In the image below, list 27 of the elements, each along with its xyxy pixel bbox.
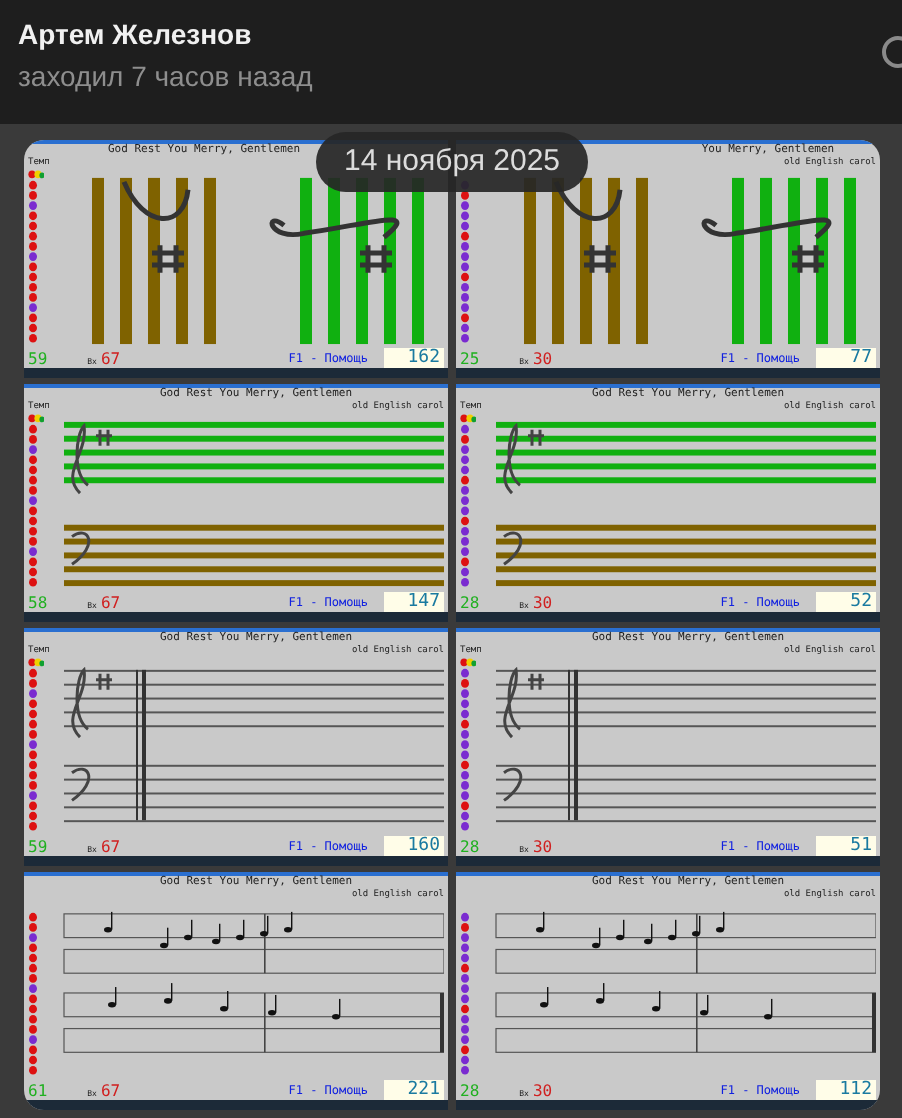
- input-value: 67: [100, 838, 121, 856]
- counter-value: 52: [816, 592, 876, 612]
- counter-value: 147: [384, 592, 444, 612]
- left-count: 28: [460, 838, 480, 856]
- left-count: 25: [460, 350, 480, 368]
- left-count: 59: [28, 350, 48, 368]
- counter-value: 162: [384, 348, 444, 368]
- left-count: 28: [460, 1082, 480, 1100]
- counter-value: 112: [816, 1080, 876, 1100]
- left-count: 28: [460, 594, 480, 612]
- date-pill: 14 ноября 2025: [316, 132, 589, 192]
- left-count: 61: [28, 1082, 48, 1100]
- counter-value: 160: [384, 836, 444, 856]
- counter-value: 51: [816, 836, 876, 856]
- input-value: 67: [100, 350, 121, 368]
- counter-value: 77: [816, 348, 876, 368]
- contact-name: Артем Железнов: [18, 18, 254, 50]
- left-count: 59: [28, 838, 48, 856]
- input-value: 67: [100, 594, 121, 612]
- input-value: 30: [532, 594, 553, 612]
- counter-value: 221: [384, 1080, 444, 1100]
- left-count: 58: [28, 594, 48, 612]
- input-value: 30: [532, 838, 553, 856]
- input-value: 67: [100, 1082, 121, 1100]
- last-seen-status: заходил 7 часов назад: [18, 60, 315, 92]
- input-value: 30: [532, 1082, 553, 1100]
- input-value: 30: [532, 350, 553, 368]
